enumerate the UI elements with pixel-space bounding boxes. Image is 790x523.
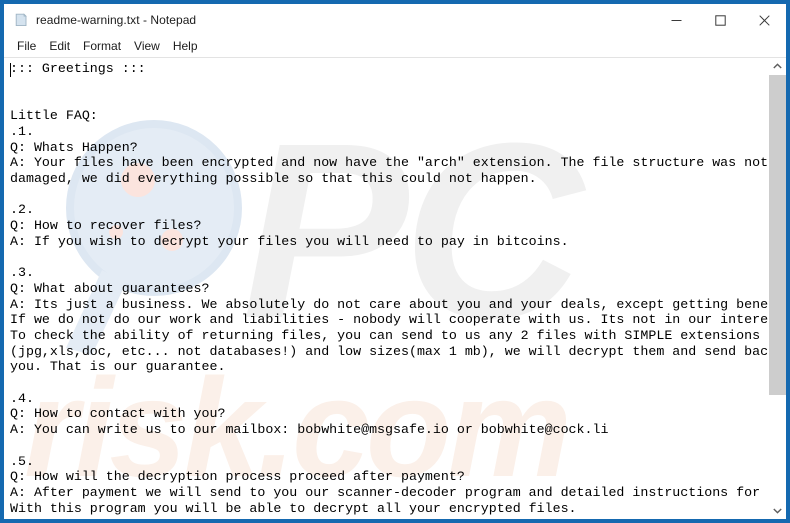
menu-item-view[interactable]: View xyxy=(128,38,167,55)
caption-button-group xyxy=(654,4,786,36)
menu-item-edit[interactable]: Edit xyxy=(43,38,77,55)
scrollbar-down-button[interactable] xyxy=(769,502,786,519)
maximize-icon xyxy=(714,14,726,26)
notepad-document-icon xyxy=(13,12,29,28)
close-button[interactable] xyxy=(742,4,786,36)
minimize-button[interactable] xyxy=(654,4,698,36)
title-bar[interactable]: readme-warning.txt - Notepad xyxy=(4,4,786,36)
text-editor[interactable]: PC risk.com ::: Greetings ::: Little FAQ… xyxy=(4,58,768,519)
menu-item-file[interactable]: File xyxy=(11,38,43,55)
vertical-scrollbar[interactable] xyxy=(768,58,786,519)
chevron-down-icon xyxy=(773,508,782,514)
window-title: readme-warning.txt - Notepad xyxy=(36,13,197,27)
editor-area: PC risk.com ::: Greetings ::: Little FAQ… xyxy=(4,57,786,519)
menu-item-format[interactable]: Format xyxy=(77,38,128,55)
scrollbar-thumb[interactable] xyxy=(769,75,786,396)
scrollbar-up-button[interactable] xyxy=(769,58,786,75)
maximize-button[interactable] xyxy=(698,4,742,36)
chevron-up-icon xyxy=(773,63,782,69)
close-icon xyxy=(758,14,770,26)
title-bar-left: readme-warning.txt - Notepad xyxy=(4,12,196,28)
scrollbar-track[interactable] xyxy=(769,75,786,502)
document-text[interactable]: ::: Greetings ::: Little FAQ: .1. Q: Wha… xyxy=(4,58,768,516)
text-caret xyxy=(10,63,11,77)
menu-bar: File Edit Format View Help xyxy=(4,36,786,57)
menu-item-help[interactable]: Help xyxy=(167,38,205,55)
minimize-icon xyxy=(671,19,681,21)
notepad-window: readme-warning.txt - Notepad File Edit F… xyxy=(0,0,790,523)
